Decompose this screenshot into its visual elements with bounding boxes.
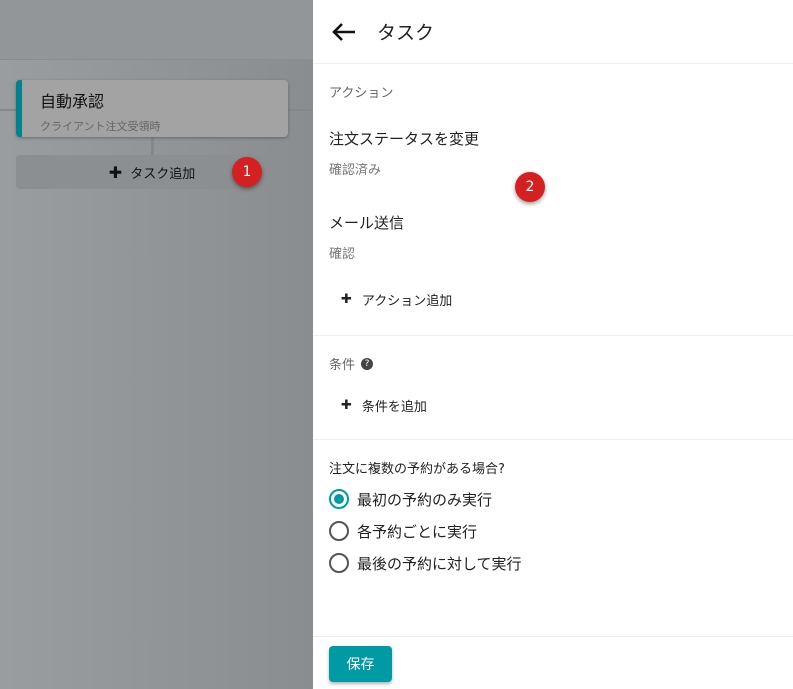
task-panel: タスク アクション 注文ステータスを変更 確認済み メール送信 確認 ✚ アクシ… [313,0,793,689]
radio-option-each[interactable]: 各予約ごとに実行 [329,515,777,547]
multi-booking-question: 注文に複数の予約がある場合? [329,462,505,477]
action-item[interactable]: 注文ステータスを変更 確認済み [329,128,479,178]
panel-footer: 保存 [313,636,793,689]
action-title: 注文ステータスを変更 [329,130,480,148]
add-condition-button[interactable]: ✚ 条件を追加 [329,396,427,415]
action-subtitle: 確認済み [329,163,382,178]
canvas-topbar [0,0,313,60]
back-arrow-icon[interactable] [331,22,357,42]
plus-icon: ✚ [341,292,352,307]
plus-icon: ✚ [108,162,123,182]
add-action-label: アクション追加 [361,294,453,309]
action-subtitle: 確認 [329,247,356,262]
conditions-label: 条件 [329,358,356,373]
add-condition-label: 条件を追加 [361,400,427,415]
save-button[interactable]: 保存 [329,646,392,682]
add-task-label: タスク追加 [130,166,196,182]
actions-section: アクション 注文ステータスを変更 確認済み メール送信 確認 ✚ アクション追加… [313,64,793,336]
actions-label: アクション [329,86,394,101]
panel-header: タスク [313,0,793,64]
action-title: メール送信 [329,214,405,232]
action-item[interactable]: メール送信 確認 [329,212,404,262]
conditions-section: 条件 ? ✚ 条件を追加 [313,336,793,440]
plus-icon: ✚ [341,398,352,413]
trigger-title: 自動承認 [40,92,105,111]
trigger-card[interactable]: 自動承認 クライアント注文受領時 [16,80,288,137]
radio-unchecked-icon[interactable] [329,521,349,541]
trigger-subtitle: クライアント注文受領時 [40,120,161,133]
radio-option-first[interactable]: 最初の予約のみ実行 [329,483,777,515]
radio-label: 最後の予約に対して実行 [357,554,522,573]
workflow-canvas: 自動承認 クライアント注文受領時 ✚ タスク追加 1 [0,0,313,689]
radio-label: 最初の予約のみ実行 [357,490,493,509]
radio-label: 各予約ごとに実行 [357,522,478,541]
panel-title: タスク [377,22,435,44]
multi-booking-section: 注文に複数の予約がある場合? 最初の予約のみ実行 各予約ごとに実行 最後の予約に… [313,440,793,579]
connector-line [151,137,154,155]
radio-checked-icon[interactable] [329,489,349,509]
add-action-button[interactable]: ✚ アクション追加 [329,290,452,309]
radio-option-last[interactable]: 最後の予約に対して実行 [329,547,777,579]
step-badge-1: 1 [232,157,262,187]
conditions-label-row: 条件 ? [329,354,374,373]
help-icon[interactable]: ? [361,357,374,370]
radio-unchecked-icon[interactable] [329,553,349,573]
step-badge-2: 2 [515,172,545,202]
